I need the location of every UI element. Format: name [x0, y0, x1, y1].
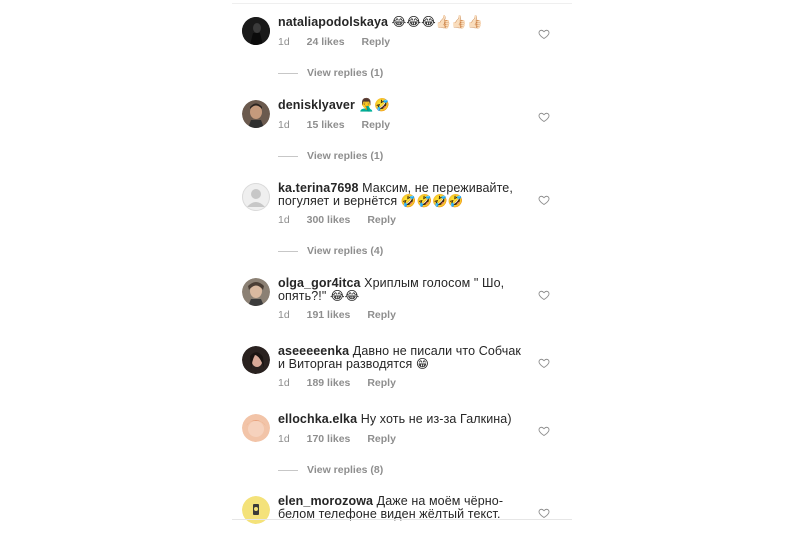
replies-dash [278, 72, 298, 74]
comment-username[interactable]: aseeeeenka [278, 344, 349, 358]
comment-age[interactable]: 1d [278, 214, 290, 226]
comment-age[interactable]: 1d [278, 119, 290, 131]
comment-age[interactable]: 1d [278, 377, 290, 389]
comment-meta: 1d 191 likes Reply [278, 309, 410, 321]
comment-username[interactable]: olga_gor4itca [278, 276, 361, 290]
comment-username[interactable]: ellochka.elka [278, 412, 357, 426]
comment-likes[interactable]: 170 likes [307, 433, 351, 445]
comment-age[interactable]: 1d [278, 433, 290, 445]
comment-body: Ну хоть не из-за Галкина) [360, 412, 512, 426]
comment-likes[interactable]: 189 likes [307, 377, 351, 389]
comment-username[interactable]: denisklyaver [278, 98, 355, 112]
heart-outline-icon[interactable] [538, 357, 550, 369]
avatar[interactable] [242, 17, 270, 45]
comments-panel: nataliapodolskaya 😂😂😂👍🏻👍🏻👍🏻 1d 24 likes … [232, 0, 572, 533]
avatar[interactable] [242, 414, 270, 442]
top-divider [232, 3, 572, 4]
comment-text: nataliapodolskaya 😂😂😂👍🏻👍🏻👍🏻 [278, 16, 528, 29]
comment-meta: 1d 15 likes Reply [278, 119, 404, 131]
view-replies-label: View replies (4) [307, 245, 384, 257]
comment-meta: 1d 300 likes Reply [278, 214, 410, 226]
heart-outline-icon[interactable] [538, 289, 550, 301]
comment-username[interactable]: nataliapodolskaya [278, 15, 388, 29]
comment-meta: 1d 189 likes Reply [278, 377, 410, 389]
comment-meta: 1d 24 likes Reply [278, 36, 404, 48]
comment-username[interactable]: ka.terina7698 [278, 181, 359, 195]
comment-age[interactable]: 1d [278, 309, 290, 321]
replies-dash [278, 469, 298, 471]
comment-likes[interactable]: 300 likes [307, 214, 351, 226]
heart-outline-icon[interactable] [538, 28, 550, 40]
comment-body: 🤦‍♂️🤣 [358, 98, 390, 112]
comment-text: aseeeeenka Давно не писали что Собчак и … [278, 345, 528, 371]
view-replies-button[interactable]: View replies (4) [278, 245, 383, 257]
comment-likes[interactable]: 24 likes [307, 36, 345, 48]
avatar[interactable] [242, 278, 270, 306]
heart-outline-icon[interactable] [538, 425, 550, 437]
comment-likes[interactable]: 15 likes [307, 119, 345, 131]
reply-button[interactable]: Reply [367, 309, 396, 321]
replies-dash [278, 155, 298, 157]
comment-username[interactable]: elen_morozowa [278, 494, 373, 508]
heart-outline-icon[interactable] [538, 111, 550, 123]
comment-likes[interactable]: 191 likes [307, 309, 351, 321]
view-replies-button[interactable]: View replies (1) [278, 67, 383, 79]
reply-button[interactable]: Reply [367, 433, 396, 445]
view-replies-button[interactable]: View replies (1) [278, 150, 383, 162]
comment-text: elen_morozowa Даже на моём чёрно-белом т… [278, 495, 528, 521]
reply-button[interactable]: Reply [361, 36, 390, 48]
view-replies-button[interactable]: View replies (8) [278, 464, 383, 476]
replies-dash [278, 250, 298, 252]
comment-text: denisklyaver 🤦‍♂️🤣 [278, 99, 528, 112]
view-replies-label: View replies (1) [307, 67, 384, 79]
comment-text: olga_gor4itca Хриплым голосом " Шо, опят… [278, 277, 528, 303]
comment-text: ellochka.elka Ну хоть не из-за Галкина) [278, 413, 528, 426]
view-replies-label: View replies (8) [307, 464, 384, 476]
heart-outline-icon[interactable] [538, 507, 550, 519]
heart-outline-icon[interactable] [538, 194, 550, 206]
avatar[interactable] [242, 100, 270, 128]
comment-age[interactable]: 1d [278, 36, 290, 48]
comment-body: 😂😂😂👍🏻👍🏻👍🏻 [391, 15, 483, 29]
view-replies-label: View replies (1) [307, 150, 384, 162]
comment-text: ka.terina7698 Максим, не переживайте, по… [278, 182, 528, 208]
comment-meta: 1d 170 likes Reply [278, 433, 410, 445]
reply-button[interactable]: Reply [367, 377, 396, 389]
reply-button[interactable]: Reply [361, 119, 390, 131]
reply-button[interactable]: Reply [367, 214, 396, 226]
bottom-divider [232, 519, 572, 520]
avatar[interactable] [242, 183, 270, 211]
avatar[interactable] [242, 346, 270, 374]
